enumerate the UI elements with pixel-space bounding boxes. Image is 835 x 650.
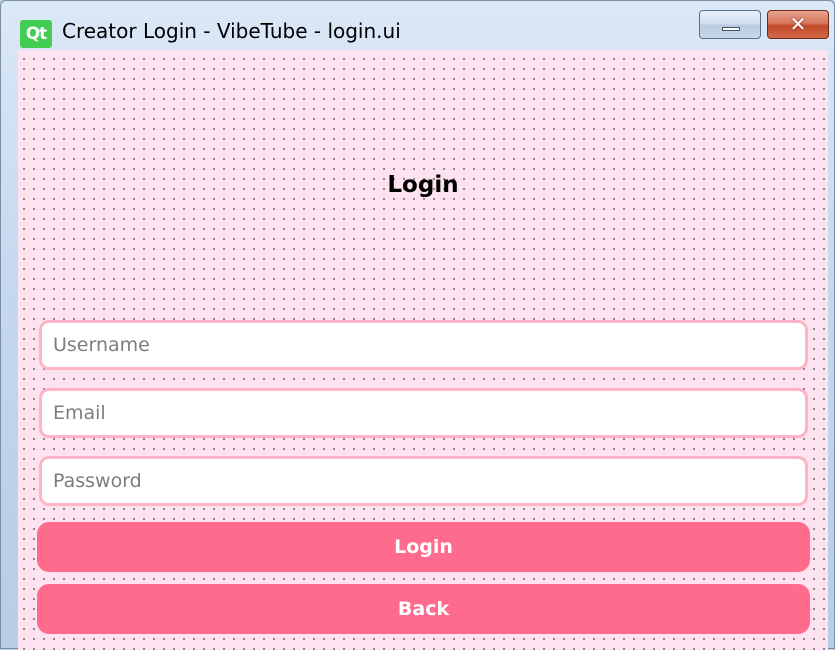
username-input[interactable] — [39, 320, 808, 370]
app-window: Qt Creator Login - VibeTube - login.ui ✕… — [0, 0, 835, 650]
minimize-button[interactable] — [699, 10, 761, 39]
back-button[interactable]: Back — [37, 584, 810, 634]
login-heading: Login — [387, 172, 459, 198]
login-form: Login Login Back — [18, 50, 828, 650]
close-icon: ✕ — [789, 12, 807, 36]
email-input[interactable] — [39, 388, 808, 438]
title-bar[interactable]: Qt Creator Login - VibeTube - login.ui ✕ — [1, 1, 834, 48]
close-button[interactable]: ✕ — [767, 10, 829, 39]
window-title: Creator Login - VibeTube - login.ui — [62, 19, 401, 43]
login-button[interactable]: Login — [37, 522, 810, 572]
password-input[interactable] — [39, 456, 808, 506]
qt-logo-icon: Qt — [20, 20, 52, 48]
minimize-icon — [722, 27, 740, 31]
